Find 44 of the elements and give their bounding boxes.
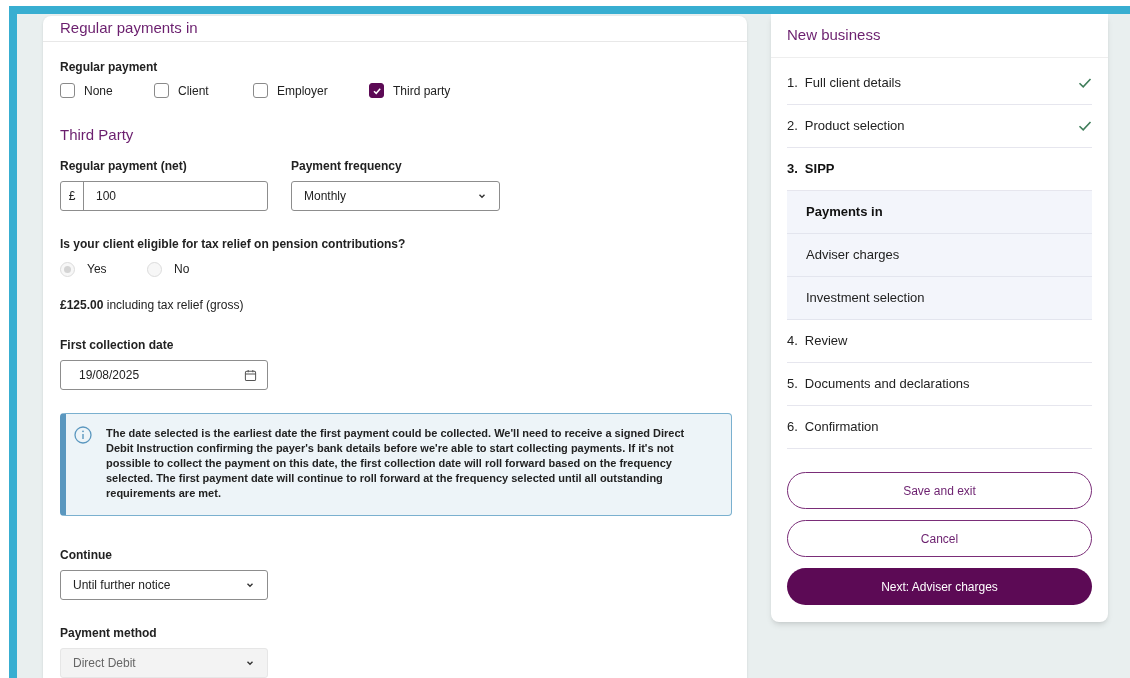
step-item[interactable]: 2. Product selection — [787, 105, 1092, 148]
checkbox[interactable] — [60, 83, 75, 98]
check-icon — [1078, 120, 1092, 132]
next-button[interactable]: Next: Adviser charges — [787, 568, 1092, 605]
question-text: Is your client eligible for tax relief on pension contributions? — [60, 236, 407, 253]
substep-item[interactable]: Payments in — [787, 191, 1092, 234]
section-title: Third Party — [60, 124, 135, 145]
currency-prefix: £ — [61, 182, 84, 210]
checkbox[interactable] — [369, 83, 384, 98]
checkbox-label: Client — [178, 82, 209, 100]
step-item[interactable]: 5. Documents and declarations — [787, 363, 1092, 406]
checkbox[interactable] — [253, 83, 268, 98]
checkbox-label: Third party — [393, 82, 451, 100]
form-title: Regular payments in — [60, 18, 198, 38]
gross-amount-text: £125.00 including tax relief (gross) — [60, 297, 245, 314]
checkbox-label: None — [84, 82, 113, 100]
check-icon — [1078, 77, 1092, 89]
radio-label: No — [174, 261, 190, 278]
checkbox-label: Employer — [277, 82, 328, 100]
calendar-icon — [244, 368, 257, 382]
continue-select[interactable]: Until further notice — [60, 570, 268, 600]
secondary-button[interactable]: Save and exit — [787, 472, 1092, 509]
amount-field[interactable]: £ 100 — [60, 181, 268, 211]
checkbox[interactable] — [154, 83, 169, 98]
info-icon — [74, 426, 92, 444]
step-item[interactable]: 1. Full client details — [787, 62, 1092, 105]
step-item[interactable]: 4. Review — [787, 320, 1092, 363]
check-icon — [371, 85, 382, 96]
step-item[interactable]: 6. Confirmation — [787, 406, 1092, 449]
substep-item[interactable]: Adviser charges — [787, 234, 1092, 277]
sidebar-title: New business — [787, 25, 881, 46]
field-label: Regular payment (net) — [60, 158, 188, 175]
substep-item[interactable]: Investment selection — [787, 277, 1092, 320]
info-text: The date selected is the earliest date the first payment could be collected. We'll need to receive a signed Direct Debit Instruction confirming the payer's bank details before we're able to start collecting payments. If it's not possible to collect the payment on this date, the first collection date will roll forward based on the frequency selected. The first payment date will continue to roll forward at the frequency selected until all outstanding requirements are met. — [106, 426, 686, 501]
date-field[interactable]: 19/08/2025 — [60, 360, 268, 390]
field-label: Payment frequency — [291, 158, 403, 175]
radio-label: Yes — [87, 261, 107, 278]
field-label: Payment method — [60, 625, 158, 642]
frequency-select[interactable]: Monthly — [291, 181, 500, 211]
field-label: Regular payment — [60, 58, 159, 76]
secondary-button[interactable]: Cancel — [787, 520, 1092, 557]
field-label: Continue — [60, 547, 113, 564]
field-label: First collection date — [60, 337, 175, 354]
amount-value: 100 — [95, 188, 117, 205]
